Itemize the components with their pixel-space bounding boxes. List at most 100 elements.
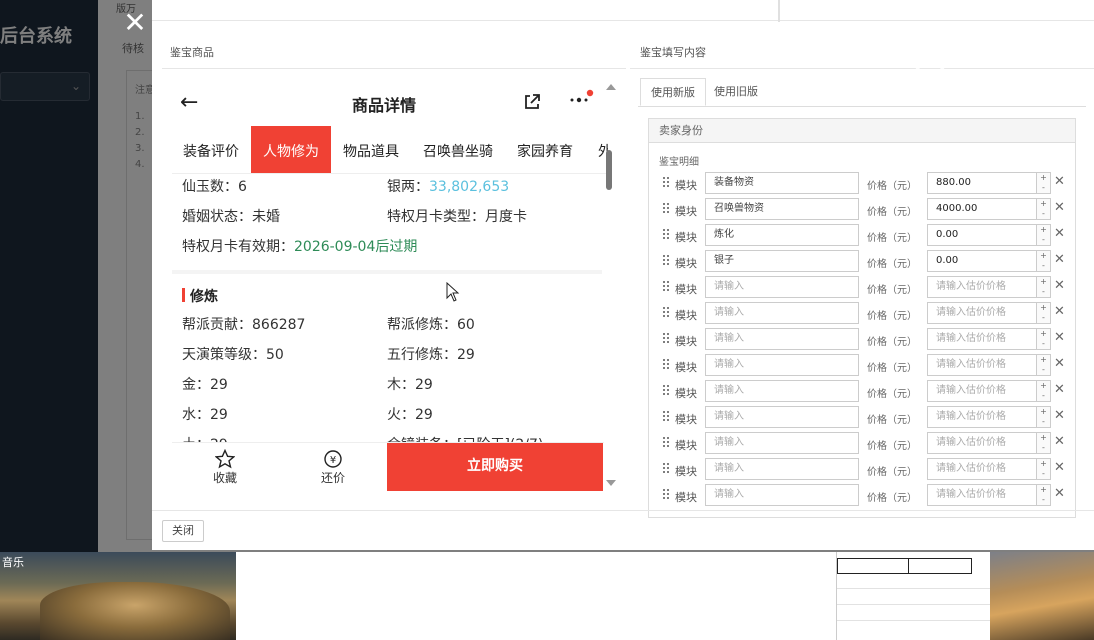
price-input[interactable]: 请输入估价价格 (927, 380, 1037, 402)
price-input[interactable]: 请输入估价价格 (927, 328, 1037, 350)
price-input[interactable]: 0.00 (927, 250, 1037, 272)
left-panel-title: 鉴宝商品 (170, 46, 214, 59)
spreadsheet-cell (837, 558, 909, 574)
remove-row-icon[interactable]: ✕ (1054, 460, 1065, 475)
section-title: 修炼 (190, 289, 218, 305)
block-name-input[interactable]: 装备物资 (705, 172, 859, 194)
tab-pets[interactable]: 召唤兽坐骑 (412, 126, 504, 173)
block-name-input[interactable]: 请输入 (705, 328, 859, 350)
block-name-input[interactable]: 请输入 (705, 380, 859, 402)
price-stepper[interactable]: + - (1037, 198, 1051, 220)
block-name-input[interactable]: 炼化 (705, 224, 859, 246)
price-stepper[interactable]: + - (1037, 458, 1051, 480)
photo-foliage (40, 582, 230, 640)
preview-title: 商品详情 (352, 96, 417, 115)
info-row: 水：29 (182, 407, 228, 423)
block-name-input[interactable]: 请输入 (705, 354, 859, 376)
price-stepper[interactable]: + - (1037, 276, 1051, 298)
price-input[interactable]: 请输入估价价格 (927, 484, 1037, 506)
drag-handle-icon[interactable] (663, 385, 671, 397)
drag-handle-icon[interactable] (663, 307, 671, 319)
close-button[interactable]: 关闭 (162, 520, 204, 542)
drag-handle-icon[interactable] (663, 437, 671, 449)
drag-handle-icon[interactable] (663, 463, 671, 475)
price-input[interactable]: 880.00 (927, 172, 1037, 194)
drag-handle-icon[interactable] (663, 359, 671, 371)
drag-handle-icon[interactable] (663, 203, 671, 215)
remove-row-icon[interactable]: ✕ (1054, 408, 1065, 423)
remove-row-icon[interactable]: ✕ (1054, 200, 1065, 215)
block-name-input[interactable]: 请输入 (705, 276, 859, 298)
price-input[interactable]: 请输入估价价格 (927, 458, 1037, 480)
block-name-input[interactable]: 请输入 (705, 484, 859, 506)
detail-row: 模块 请输入 价格（元） 请输入估价价格 + - ✕ (649, 431, 1075, 457)
modal-footer-divider (152, 510, 1094, 511)
remove-row-icon[interactable]: ✕ (1054, 252, 1065, 267)
block-name-input[interactable]: 请输入 (705, 458, 859, 480)
remove-row-icon[interactable]: ✕ (1054, 226, 1065, 241)
scroll-up-icon[interactable] (606, 84, 616, 90)
remove-row-icon[interactable]: ✕ (1054, 330, 1065, 345)
favorite-button[interactable]: 收藏 (190, 443, 260, 496)
back-arrow-icon[interactable]: ← (180, 90, 198, 115)
more-icon[interactable] (568, 88, 596, 108)
price-stepper[interactable]: + - (1037, 484, 1051, 506)
spreadsheet-gridline (837, 588, 991, 589)
tab-old-version[interactable]: 使用旧版 (704, 78, 768, 106)
drag-handle-icon[interactable] (663, 411, 671, 423)
block-label: 模块 (675, 413, 697, 426)
price-stepper[interactable]: + - (1037, 224, 1051, 246)
buy-now-button[interactable]: 立即购买 (387, 443, 603, 491)
remove-row-icon[interactable]: ✕ (1054, 356, 1065, 371)
drag-handle-icon[interactable] (663, 489, 671, 501)
price-label: 价格（元） (867, 233, 917, 244)
remove-row-icon[interactable]: ✕ (1054, 382, 1065, 397)
price-stepper[interactable]: + - (1037, 432, 1051, 454)
block-name-input[interactable]: 请输入 (705, 406, 859, 428)
favorite-label: 收藏 (212, 471, 237, 485)
scroll-down-icon[interactable] (606, 480, 616, 486)
remove-row-icon[interactable]: ✕ (1054, 434, 1065, 449)
price-input[interactable]: 4000.00 (927, 198, 1037, 220)
drag-handle-icon[interactable] (663, 255, 671, 267)
remove-row-icon[interactable]: ✕ (1054, 174, 1065, 189)
price-stepper[interactable]: + - (1037, 380, 1051, 402)
appraisal-form: 使用新版 使用旧版 卖家身份 鉴宝明细 模块 装备物资 价格（元） 880.00 + - ✕… (638, 78, 1086, 518)
purchase-bar: 收藏 ¥ 还价 立即购买 (172, 442, 604, 496)
block-name-input[interactable]: 请输入 (705, 432, 859, 454)
drag-handle-icon[interactable] (663, 177, 671, 189)
preview-scrollbar[interactable] (606, 150, 612, 190)
block-name-input[interactable]: 银子 (705, 250, 859, 272)
price-input[interactable]: 请输入估价价格 (927, 432, 1037, 454)
block-name-input[interactable]: 召唤兽物资 (705, 198, 859, 220)
price-stepper[interactable]: + - (1037, 406, 1051, 428)
remove-row-icon[interactable]: ✕ (1054, 304, 1065, 319)
price-input[interactable]: 请输入估价价格 (927, 276, 1037, 298)
tab-equipment[interactable]: 装备评价 (172, 126, 250, 173)
close-icon[interactable]: ✕ (120, 8, 150, 38)
share-icon[interactable] (522, 92, 542, 112)
remove-row-icon[interactable]: ✕ (1054, 278, 1065, 293)
price-stepper[interactable]: + - (1037, 172, 1051, 194)
bargain-button[interactable]: ¥ 还价 (298, 443, 368, 496)
price-input[interactable]: 请输入估价价格 (927, 406, 1037, 428)
tab-new-version[interactable]: 使用新版 (640, 78, 706, 106)
tab-items[interactable]: 物品道具 (332, 126, 410, 173)
price-input[interactable]: 0.00 (927, 224, 1037, 246)
price-stepper[interactable]: + - (1037, 302, 1051, 324)
preview-navbar: ← 商品详情 (172, 76, 612, 128)
modal-top-divider (152, 20, 1094, 21)
drag-handle-icon[interactable] (663, 333, 671, 345)
drag-handle-icon[interactable] (663, 281, 671, 293)
remove-row-icon[interactable]: ✕ (1054, 486, 1065, 501)
price-input[interactable]: 请输入估价价格 (927, 302, 1037, 324)
tab-character[interactable]: 人物修为 (251, 126, 331, 173)
price-input[interactable]: 请输入估价价格 (927, 354, 1037, 376)
price-stepper[interactable]: + - (1037, 250, 1051, 272)
price-stepper[interactable]: + - (1037, 328, 1051, 350)
price-stepper[interactable]: + - (1037, 354, 1051, 376)
right-panel-title: 鉴宝填写内容 (640, 46, 706, 59)
drag-handle-icon[interactable] (663, 229, 671, 241)
block-name-input[interactable]: 请输入 (705, 302, 859, 324)
tab-home[interactable]: 家园养育 (506, 126, 584, 173)
